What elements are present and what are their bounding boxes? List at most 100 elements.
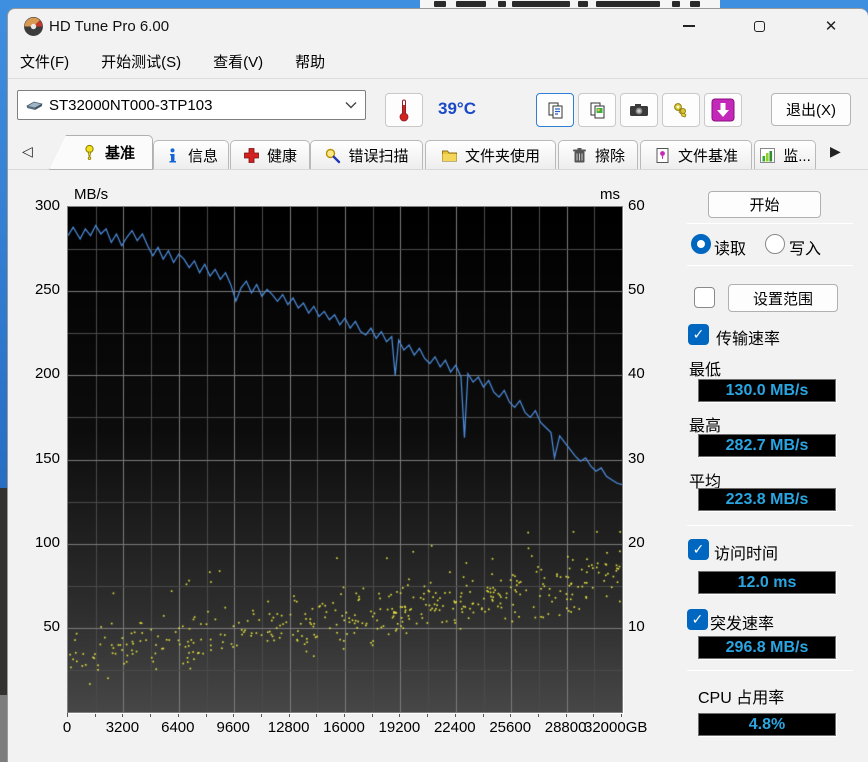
burst-rate-label: 突发速率 (710, 616, 775, 633)
menu-separator (8, 78, 868, 79)
x-axis-tick (67, 713, 68, 717)
write-radio[interactable] (765, 234, 785, 254)
tab-benchmark[interactable]: 基准 (49, 135, 153, 170)
copy-image-button[interactable] (578, 93, 616, 127)
x-axis-tick (205, 713, 207, 717)
menu-help[interactable]: 帮助 (292, 49, 328, 74)
burst-rate-value: 296.8 MB/s (698, 636, 836, 659)
close-button[interactable]: ✕ (816, 11, 846, 41)
burst-rate-checkbox[interactable]: ✓ (687, 609, 708, 630)
temperature-value: 39°C (438, 99, 476, 118)
register-icon (674, 103, 687, 118)
tab-scroll-right[interactable]: ▶ (830, 143, 841, 160)
tab-error-scan[interactable]: 错误扫描 (310, 140, 423, 170)
right-axis-unit: ms (600, 186, 620, 203)
menu-view[interactable]: 查看(V) (210, 49, 266, 74)
axis-tick-label: 6400 (161, 719, 195, 736)
axis-tick-label: 50 (628, 281, 645, 299)
axis-tick-label: 22400 (433, 719, 476, 736)
axis-tick-label: 20 (628, 533, 645, 551)
x-axis-tick (94, 713, 96, 717)
axis-tick-label: 3200 (105, 719, 140, 736)
axis-tick-label: 28800 (544, 719, 587, 736)
cpu-usage-label: CPU 占用率 (698, 690, 785, 707)
separator (687, 670, 853, 671)
titlebar: HD Tune Pro 6.00 ✕ (8, 9, 868, 45)
window-title: HD Tune Pro 6.00 (49, 18, 170, 35)
exit-button[interactable]: 退出(X) (771, 93, 851, 126)
check-icon: ✓ (692, 326, 705, 342)
access-time-checkbox[interactable]: ✓ (688, 539, 709, 560)
axis-tick-label: 200 (34, 365, 60, 383)
tab-erase[interactable]: 擦除 (558, 140, 638, 170)
screenshot-button[interactable] (620, 93, 658, 127)
tab-label: 文件夹使用 (464, 148, 540, 165)
x-axis-tick (122, 713, 124, 717)
error-scan-icon (326, 148, 341, 164)
separator (687, 223, 853, 224)
tab-label: 健康 (266, 148, 297, 165)
x-axis-tick (399, 713, 401, 717)
tab-health[interactable]: 健康 (230, 140, 310, 170)
update-button[interactable] (704, 93, 742, 127)
drive-select-dropdown[interactable]: ST32000NT000-3TP103 (17, 90, 366, 120)
x-axis-tick (371, 713, 373, 717)
tab-folder-usage[interactable]: 文件夹使用 (425, 140, 556, 170)
minimum-value: 130.0 MB/s (698, 379, 836, 402)
set-range-button[interactable]: 设置范围 (728, 284, 838, 312)
tab-label: 错误扫描 (348, 148, 409, 165)
start-button[interactable]: 开始 (708, 191, 821, 218)
axis-tick-label: 300 (34, 197, 60, 214)
benchmark-bulb-icon (85, 144, 94, 160)
tab-label: 文件基准 (677, 148, 738, 165)
minimize-button[interactable] (674, 11, 704, 41)
x-axis-tick (177, 713, 179, 717)
temperature-button[interactable] (385, 93, 423, 127)
copy-image-icon (590, 102, 604, 118)
axis-tick-label: 16000 (323, 719, 365, 736)
read-radio[interactable] (691, 234, 711, 254)
axis-tick-label: 150 (34, 449, 60, 467)
maximize-button[interactable] (744, 11, 774, 41)
set-range-checkbox[interactable] (694, 287, 715, 308)
axis-tick-label: 60 (628, 197, 645, 214)
info-icon (169, 148, 176, 163)
menu-file[interactable]: 文件(F) (17, 49, 72, 74)
x-axis-tick (344, 713, 345, 717)
axis-tick-label: 10 (628, 617, 645, 635)
axis-tick-label: 9600 (216, 719, 250, 736)
maximum-value: 282.7 MB/s (698, 434, 836, 457)
minimum-label: 最低 (689, 362, 722, 379)
access-time-label: 访问时间 (714, 546, 779, 563)
register-button[interactable] (662, 93, 700, 127)
copy-text-button[interactable] (536, 93, 574, 127)
x-axis-tick (427, 713, 429, 717)
screenshot-camera-icon (630, 104, 648, 116)
write-label: 写入 (789, 241, 822, 258)
axis-tick-label: 40 (628, 365, 645, 383)
separator (687, 525, 853, 526)
health-cross-icon (244, 148, 259, 163)
tab-file-benchmark[interactable]: 文件基准 (640, 140, 752, 170)
axis-tick-label: 12800 (267, 719, 310, 736)
menu-start-test[interactable]: 开始测试(S) (98, 49, 184, 74)
transfer-rate-checkbox[interactable]: ✓ (688, 324, 709, 345)
copy-text-icon (548, 102, 562, 118)
tab-scroll-left[interactable]: ◁ (22, 143, 33, 160)
x-axis-tick (260, 713, 262, 717)
axis-tick-label: 25600 (489, 719, 532, 736)
x-axis-tick (565, 713, 567, 717)
tab-label: 擦除 (594, 148, 625, 165)
monitor-chart-icon (760, 148, 776, 163)
benchmark-chart (68, 207, 622, 712)
transfer-rate-label: 传输速率 (716, 331, 781, 348)
x-axis-tick (150, 713, 152, 717)
tab-monitor[interactable]: 监... (754, 140, 816, 170)
x-axis-tick (454, 713, 456, 717)
update-download-icon (711, 98, 735, 122)
tab-info[interactable]: 信息 (153, 140, 229, 170)
axis-tick-label: 32000GB (584, 719, 648, 736)
access-time-value: 12.0 ms (698, 571, 836, 594)
average-value: 223.8 MB/s (698, 488, 836, 511)
benchmark-plot-frame (67, 206, 623, 713)
